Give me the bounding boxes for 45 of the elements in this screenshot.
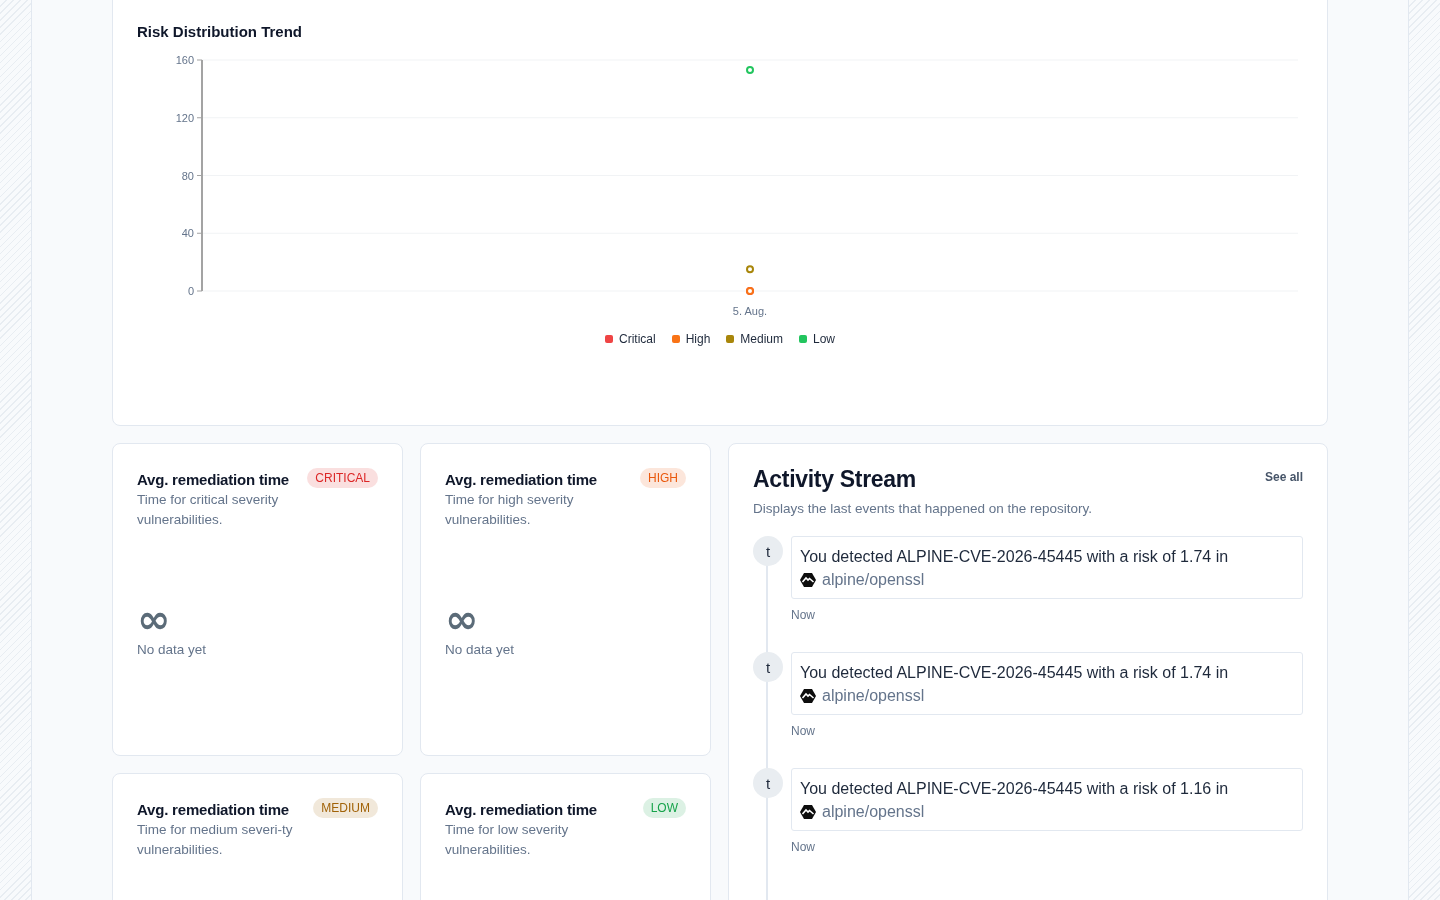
mountain-logo-icon [800, 572, 816, 588]
chart-title: Risk Distribution Trend [137, 23, 303, 40]
user-avatar: t [753, 652, 783, 682]
event-time: Now [791, 840, 816, 856]
y-tick-label: 0 [187, 285, 194, 297]
metric-value: ∞ [445, 606, 479, 632]
x-tick-label: 5. Aug. [732, 305, 768, 317]
section-description: Displays the last events that happened on the repository. [753, 501, 1093, 516]
section-title: Activity Stream [753, 466, 916, 493]
card-description: Time for medium severi-ty vulnerabilities. [137, 821, 294, 859]
legend-label[interactable]: Critical [618, 332, 656, 346]
user-avatar: t [753, 768, 783, 798]
severity-badge: LOW [642, 798, 686, 818]
metric-value: ∞ [137, 606, 171, 632]
card-title: Avg. remediation time [137, 470, 289, 488]
no-data-text: No data yet [445, 642, 516, 657]
event-time: Now [791, 608, 816, 624]
repository-link[interactable]: alpine/openssl [822, 803, 925, 821]
mountain-logo-icon [800, 688, 816, 704]
card-description: Time for low severity vulnerabilities. [445, 821, 570, 859]
repository-link[interactable]: alpine/openssl [822, 687, 925, 705]
event-text: You detected ALPINE-CVE-2026-45445 with a risk of 1.74 in [800, 663, 1230, 683]
y-tick-label: 120 [175, 111, 194, 124]
event-text: You detected ALPINE-CVE-2026-45445 with a risk of 1.16 in [800, 779, 1230, 799]
card-title: Avg. remediation time [137, 800, 289, 818]
event-time: Now [791, 724, 816, 740]
card-title: Avg. remediation time [445, 800, 597, 818]
card-description: Time for high severity vulnerabilities. [445, 491, 575, 529]
see-all-link[interactable]: See all [1264, 470, 1303, 484]
legend-label[interactable]: High [685, 332, 711, 346]
severity-badge: CRITICAL [307, 468, 378, 488]
legend-label[interactable]: Low [813, 332, 836, 346]
card-description: Time for critical severity vulnerabilities. [137, 491, 280, 529]
severity-badge: HIGH [640, 468, 686, 488]
mountain-logo-icon [800, 804, 816, 820]
no-data-text: No data yet [137, 642, 208, 657]
repository-link[interactable]: alpine/openssl [822, 571, 925, 589]
y-tick-label: 80 [181, 169, 194, 182]
user-avatar: t [753, 536, 783, 566]
y-tick-label: 40 [181, 227, 194, 240]
severity-badge: MEDIUM [313, 798, 378, 818]
event-text: You detected ALPINE-CVE-2026-45445 with a risk of 1.74 in [800, 547, 1230, 567]
legend-label[interactable]: Medium [740, 332, 783, 346]
y-tick-label: 160 [175, 54, 194, 66]
card-title: Avg. remediation time [445, 470, 597, 488]
